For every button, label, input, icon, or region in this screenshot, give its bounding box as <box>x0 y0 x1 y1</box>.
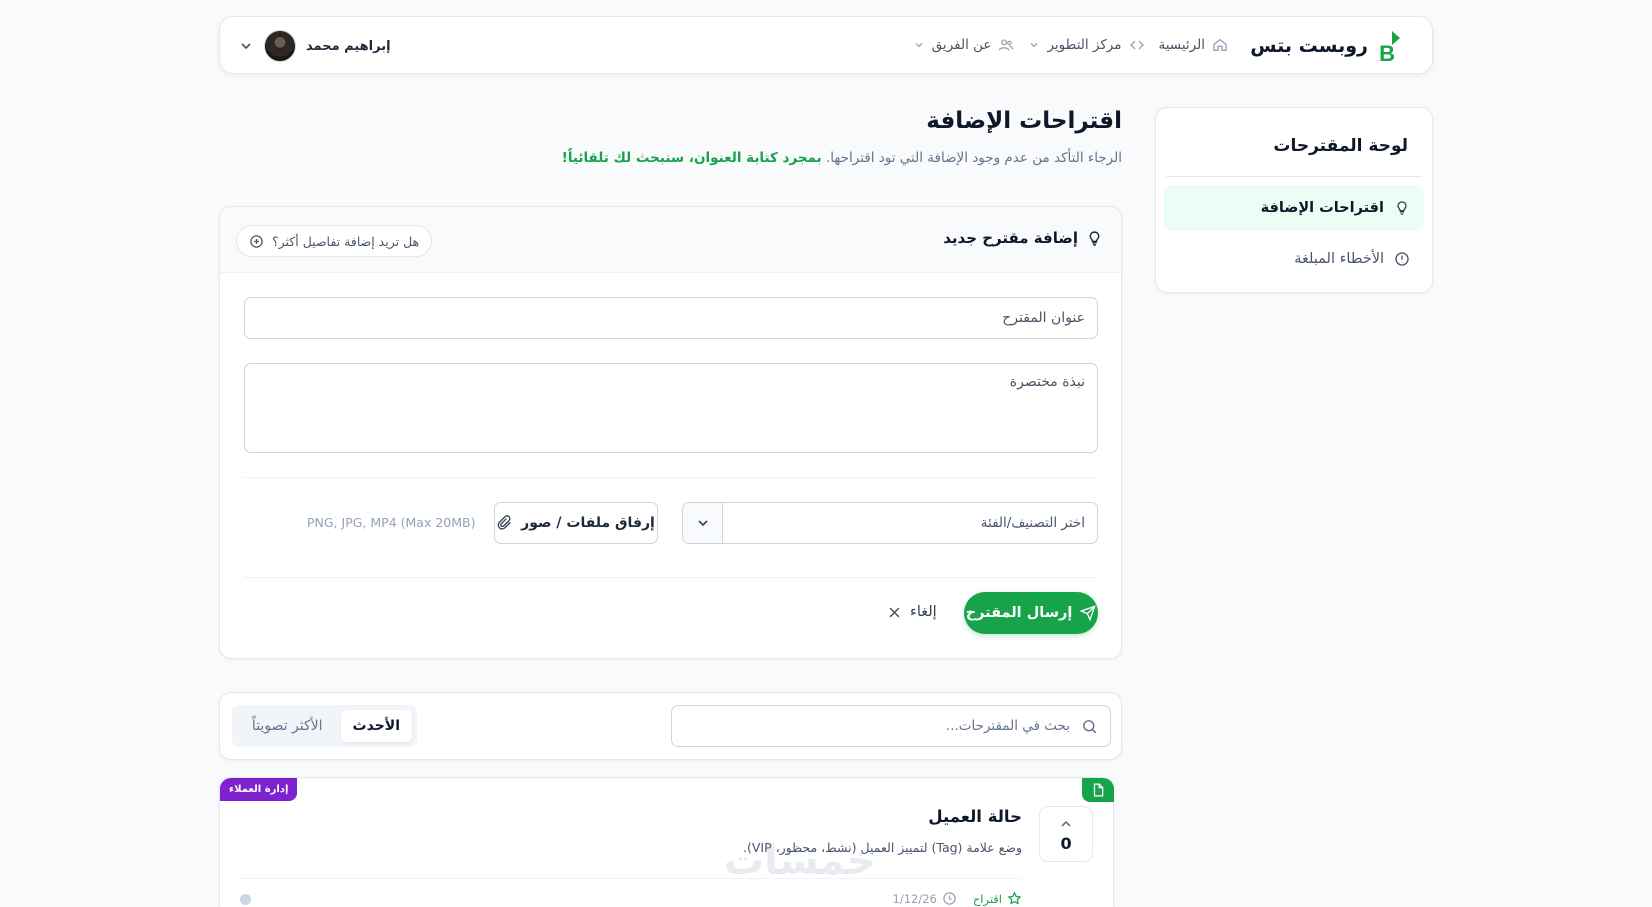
suggestion-date: 1/12/26 <box>893 891 957 906</box>
form-heading-text: إضافة مقترح جديد <box>943 229 1078 247</box>
suggestion-date-value: 1/12/26 <box>892 891 937 906</box>
star-icon <box>1007 891 1022 906</box>
chevron-down-icon <box>913 39 925 51</box>
watermark: خمسات <box>724 838 876 884</box>
user-menu[interactable]: إبراهيم محمد <box>238 30 391 62</box>
more-details-button[interactable]: هل تريد إضافة تفاصيل أكثر؟ <box>236 225 433 257</box>
close-icon <box>887 605 902 620</box>
chevron-up-icon <box>1058 816 1074 832</box>
sidebar-item-feature-suggestions[interactable]: اقتراحات الإضافة <box>1164 185 1424 231</box>
nav-label-dev-center: مركز التطوير <box>1047 37 1122 53</box>
nav-label-home: الرئيسية <box>1158 37 1206 53</box>
suggestions-sidebar: لوحة المقترحات اقتراحات الإضافة الأخطاء … <box>1155 107 1433 293</box>
nav-item-dev-center[interactable]: مركز التطوير <box>1028 37 1144 53</box>
divider <box>244 477 1098 478</box>
suggestion-type-badge <box>1082 778 1114 802</box>
divider <box>240 878 1022 879</box>
suggestion-meta: اقتراح 1/12/26 <box>893 891 1022 906</box>
lightbulb-icon <box>1086 230 1103 247</box>
logo: R B <box>1378 29 1414 63</box>
main-nav: الرئيسية مركز التطوير عن الفريق <box>913 37 1228 53</box>
divider <box>1166 176 1422 177</box>
new-suggestion-form: إضافة مقترح جديد هل تريد إضافة تفاصيل أك… <box>219 206 1122 659</box>
page-title: اقتراحات الإضافة <box>926 108 1122 134</box>
tab-most-voted[interactable]: الأكثر تصويتاً <box>240 710 335 742</box>
suggestion-title: حالة العميل <box>928 807 1022 826</box>
attach-label: إرفاق ملفات / صور <box>521 515 655 531</box>
sidebar-item-label: اقتراحات الإضافة <box>1260 200 1384 216</box>
attach-files-button[interactable]: إرفاق ملفات / صور <box>494 502 658 544</box>
alert-circle-icon <box>1394 251 1410 267</box>
avatar <box>264 30 296 62</box>
form-heading: إضافة مقترح جديد <box>943 229 1103 247</box>
page-description-highlight: بمجرد كتابة العنوان، سنبحث لك تلقائياً! <box>561 150 822 166</box>
cancel-button[interactable]: إلغاء <box>887 604 937 620</box>
svg-text:B: B <box>1379 41 1395 63</box>
sidebar-item-reported-bugs[interactable]: الأخطاء المبلغة <box>1164 236 1424 282</box>
user-name: إبراهيم محمد <box>306 38 391 54</box>
status-indicator <box>240 894 251 905</box>
category-select[interactable]: اختر التصنيف/الفئة <box>682 502 1098 544</box>
users-icon <box>998 37 1014 53</box>
chevron-down-icon <box>1028 39 1040 51</box>
search-icon <box>1081 718 1098 735</box>
suggestion-title-input[interactable] <box>244 297 1098 339</box>
lightbulb-icon <box>1394 200 1410 216</box>
divider <box>244 577 1098 578</box>
sort-tabs: الأحدث الأكثر تصويتاً <box>232 705 417 747</box>
page-description-text: الرجاء التأكد من عدم وجود الإضافة التي ت… <box>826 150 1122 166</box>
page-description: الرجاء التأكد من عدم وجود الإضافة التي ت… <box>562 150 1122 166</box>
search-input[interactable]: بحث في المقترحات... <box>671 705 1111 747</box>
form-header: إضافة مقترح جديد هل تريد إضافة تفاصيل أك… <box>220 207 1121 273</box>
nav-item-home[interactable]: الرئيسية <box>1159 37 1229 53</box>
nav-item-about-team[interactable]: عن الفريق <box>913 37 1015 53</box>
tab-newest[interactable]: الأحدث <box>340 710 412 742</box>
plus-circle-icon <box>249 234 264 249</box>
paperclip-icon <box>497 515 513 531</box>
nav-label-about-team: عن الفريق <box>931 37 992 53</box>
chevron-down-icon <box>238 38 254 54</box>
category-select-value: اختر التصنيف/الفئة <box>980 515 1085 531</box>
attach-hint: PNG, JPG, MP4 (Max 20MB) <box>307 515 476 530</box>
code-icon <box>1129 37 1145 53</box>
chevron-down-icon <box>695 515 711 531</box>
search-placeholder: بحث في المقترحات... <box>945 718 1070 734</box>
brand[interactable]: R B روبست بتس <box>1250 29 1414 63</box>
top-navbar: R B روبست بتس الرئيسية مركز التطوير <box>219 16 1433 74</box>
submit-label: إرسال المقترح <box>965 605 1073 621</box>
more-details-label: هل تريد إضافة تفاصيل أكثر؟ <box>272 233 420 249</box>
clock-icon <box>942 891 957 906</box>
suggestion-card[interactable]: إدارة العملاء 0 حالة العميل وضع علامة (T… <box>219 777 1114 907</box>
home-icon <box>1212 37 1228 53</box>
suggestion-description-input[interactable] <box>244 363 1098 453</box>
brand-name: روبست بتس <box>1250 35 1368 57</box>
document-icon <box>1091 783 1105 797</box>
send-icon <box>1080 605 1097 621</box>
submit-suggestion-button[interactable]: إرسال المقترح <box>964 592 1098 634</box>
upvote-button[interactable]: 0 <box>1039 806 1093 862</box>
list-controls: بحث في المقترحات... الأحدث الأكثر تصويتا… <box>219 692 1122 760</box>
sidebar-item-label: الأخطاء المبلغة <box>1294 251 1384 267</box>
cancel-label: إلغاء <box>910 604 937 620</box>
vote-count: 0 <box>1060 833 1072 853</box>
suggestion-type: اقتراح <box>973 891 1022 906</box>
category-tag: إدارة العملاء <box>220 778 298 801</box>
category-select-toggle[interactable] <box>683 503 723 543</box>
suggestion-type-label: اقتراح <box>972 891 1002 906</box>
sidebar-title: لوحة المقترحات <box>1273 136 1408 156</box>
